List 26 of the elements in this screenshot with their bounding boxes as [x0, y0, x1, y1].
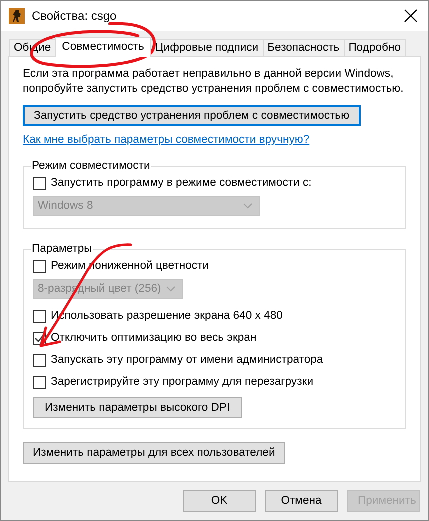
checkbox-label[interactable]: Запускать эту программу от имени администратора	[51, 354, 324, 366]
window-title: Свойства: csgo	[32, 9, 117, 23]
group-title: Параметры	[31, 243, 94, 255]
close-icon[interactable]	[404, 9, 418, 23]
chevron-down-icon	[243, 203, 253, 209]
intro-text: Если эта программа работает неправильно в данной версии Windows, попробуйте запустить средство устранения проблем с совместимостью.	[23, 67, 405, 97]
all-users-button[interactable]: Изменить параметры для всех пользователей	[23, 442, 286, 464]
tab[interactable]: Подробно	[344, 39, 406, 56]
dialog-button[interactable]: OK	[183, 490, 256, 512]
checkbox-label[interactable]: Зарегистрируйте эту программу для перезагрузки	[51, 376, 314, 388]
checkbox-label[interactable]: Отключить оптимизацию во весь экран	[51, 332, 257, 344]
group-title: Режим совместимости	[31, 160, 152, 172]
tab[interactable]: Цифровые подписи	[150, 39, 264, 56]
checkbox[interactable]	[33, 376, 46, 388]
app-icon	[9, 8, 25, 24]
dpi-button[interactable]: Изменить параметры высокого DPI	[33, 397, 242, 418]
tab[interactable]: Совместимость	[55, 37, 152, 57]
checkbox[interactable]	[33, 260, 46, 272]
help-link[interactable]: Как мне выбрать параметры совместимости вручную?	[23, 134, 310, 146]
checkbox[interactable]	[33, 176, 46, 190]
checkbox[interactable]	[33, 310, 46, 322]
checkbox[interactable]	[33, 354, 46, 366]
checkbox-label[interactable]: Запустить программу в режиме совместимости с:	[51, 177, 312, 189]
chevron-down-icon	[166, 286, 176, 292]
dialog-button[interactable]: Отмена	[265, 490, 338, 512]
troubleshoot-button[interactable]: Запустить средство устранения проблем с совместимостью	[23, 105, 361, 126]
